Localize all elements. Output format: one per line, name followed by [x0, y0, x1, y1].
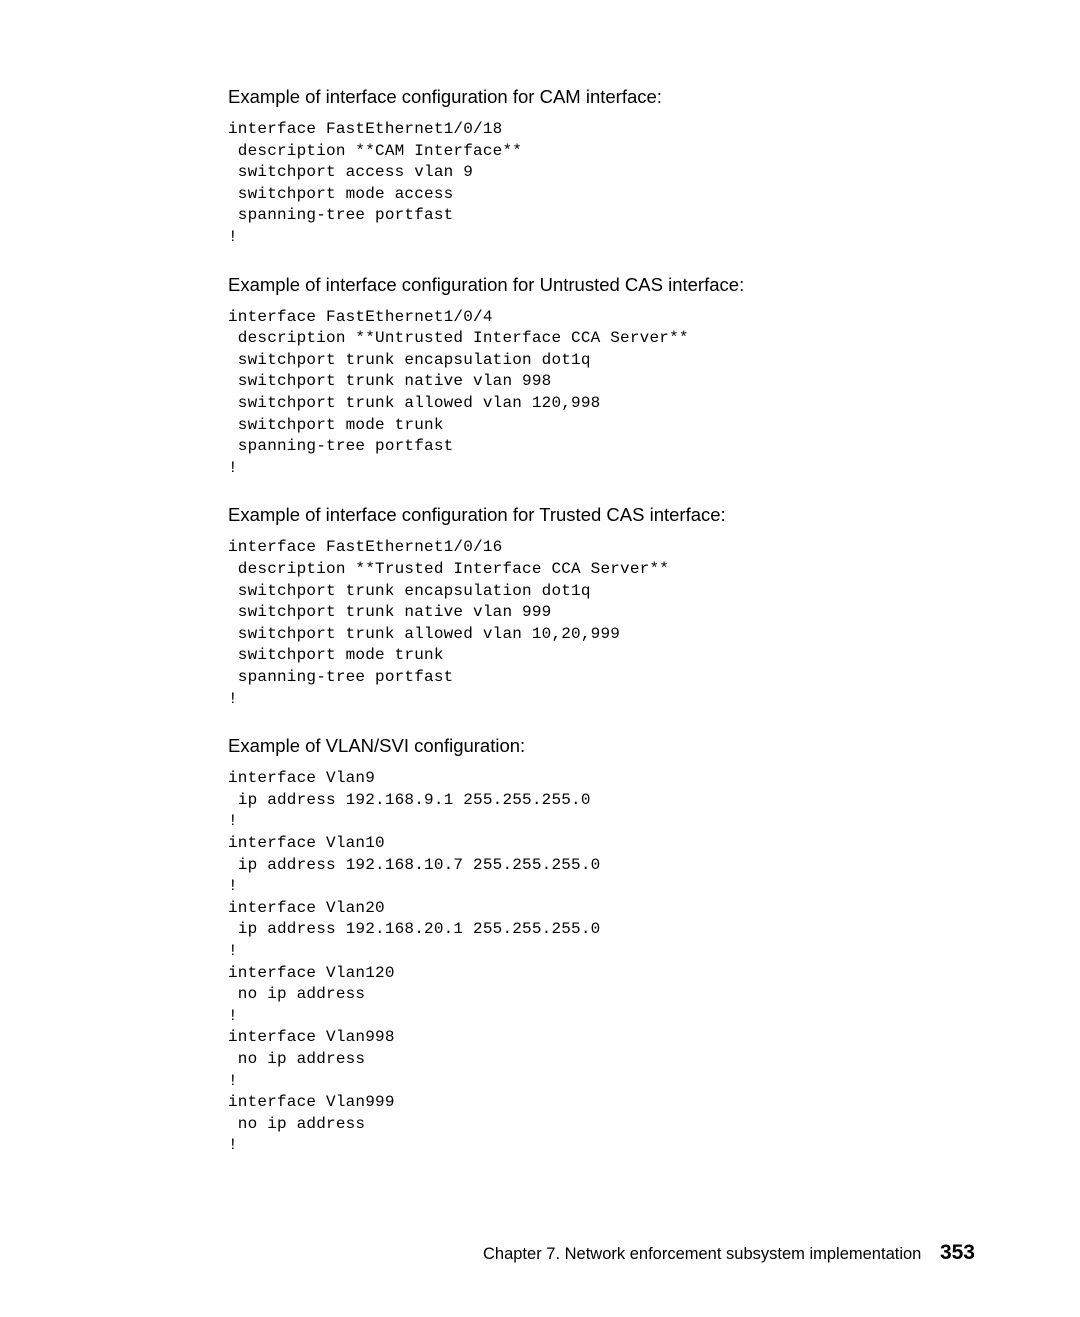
heading-trusted-cas: Example of interface configuration for T… [228, 503, 1080, 527]
heading-untrusted-cas: Example of interface configuration for U… [228, 273, 1080, 297]
code-vlan-svi: interface Vlan9 ip address 192.168.9.1 2… [228, 768, 1080, 1157]
heading-vlan-svi: Example of VLAN/SVI configuration: [228, 734, 1080, 758]
page-footer: Chapter 7. Network enforcement subsystem… [483, 1241, 975, 1265]
section-trusted-cas: Example of interface configuration for T… [228, 503, 1080, 710]
chapter-label: Chapter 7. Network enforcement subsystem… [483, 1245, 921, 1263]
section-cam-interface: Example of interface configuration for C… [228, 85, 1080, 249]
page-number: 353 [940, 1241, 975, 1264]
heading-cam: Example of interface configuration for C… [228, 85, 1080, 109]
code-untrusted-cas: interface FastEthernet1/0/4 description … [228, 307, 1080, 480]
code-cam: interface FastEthernet1/0/18 description… [228, 119, 1080, 249]
section-vlan-svi: Example of VLAN/SVI configuration: inter… [228, 734, 1080, 1157]
section-untrusted-cas: Example of interface configuration for U… [228, 273, 1080, 480]
code-trusted-cas: interface FastEthernet1/0/16 description… [228, 537, 1080, 710]
